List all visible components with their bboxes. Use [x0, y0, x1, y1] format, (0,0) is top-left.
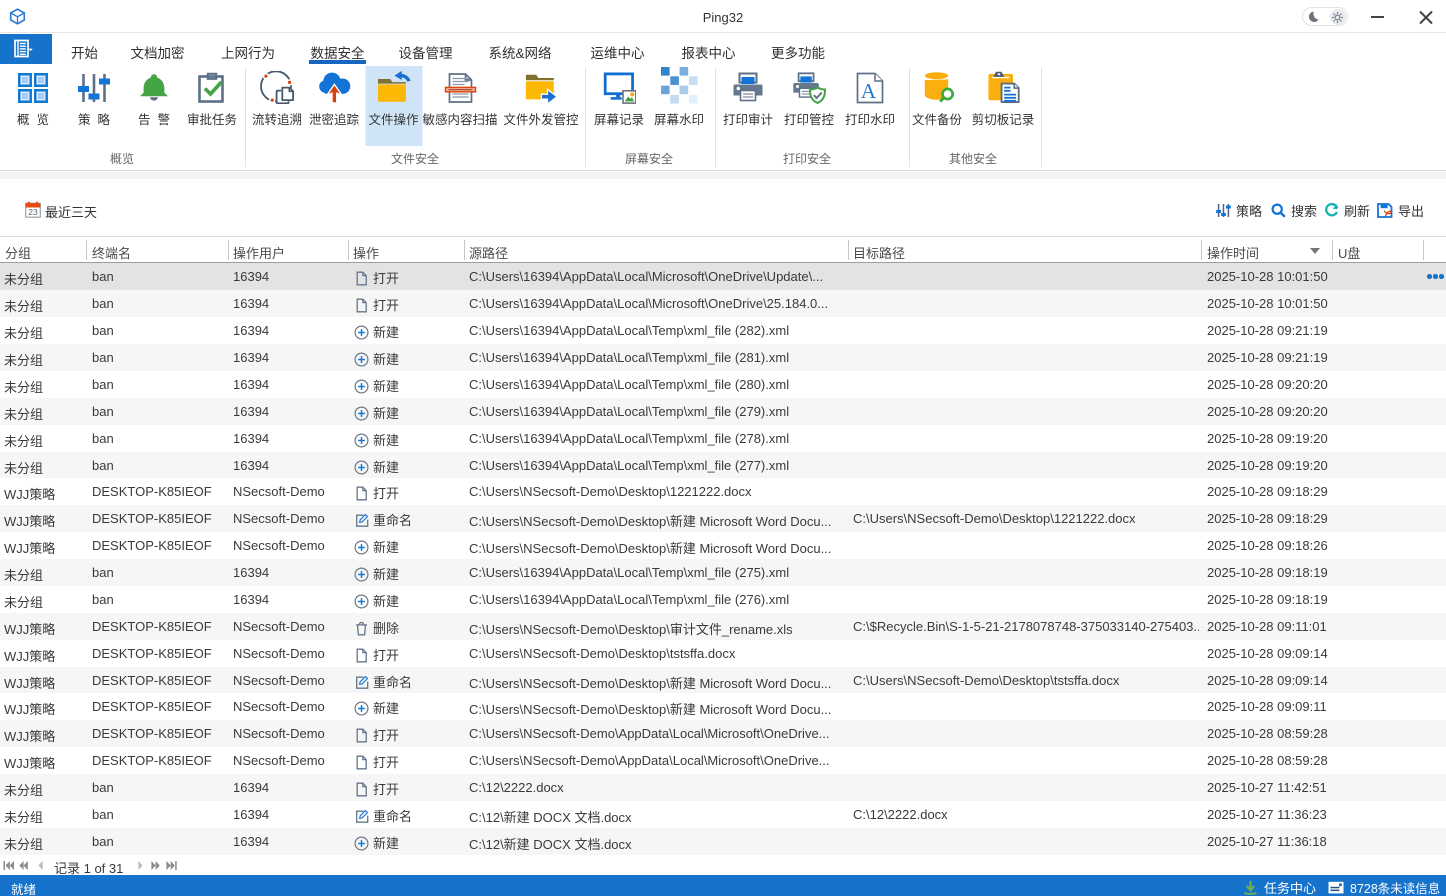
svg-text:A: A: [861, 79, 877, 103]
svg-text:23: 23: [28, 207, 38, 217]
